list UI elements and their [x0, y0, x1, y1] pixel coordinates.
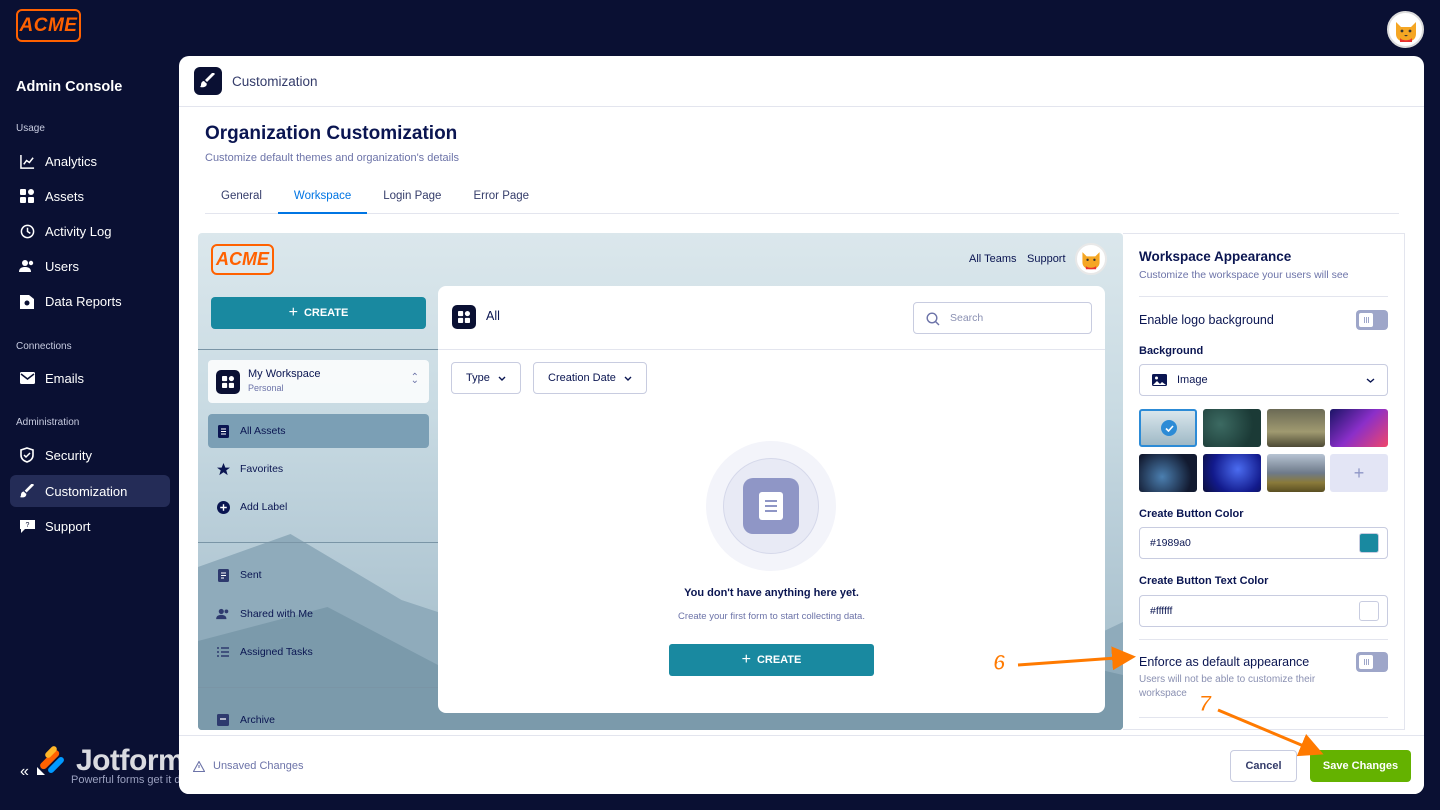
annotation-step-7: 7	[1198, 691, 1212, 717]
annotation-step-6: 6	[992, 650, 1006, 676]
annotation-arrows	[1017, 646, 1324, 757]
